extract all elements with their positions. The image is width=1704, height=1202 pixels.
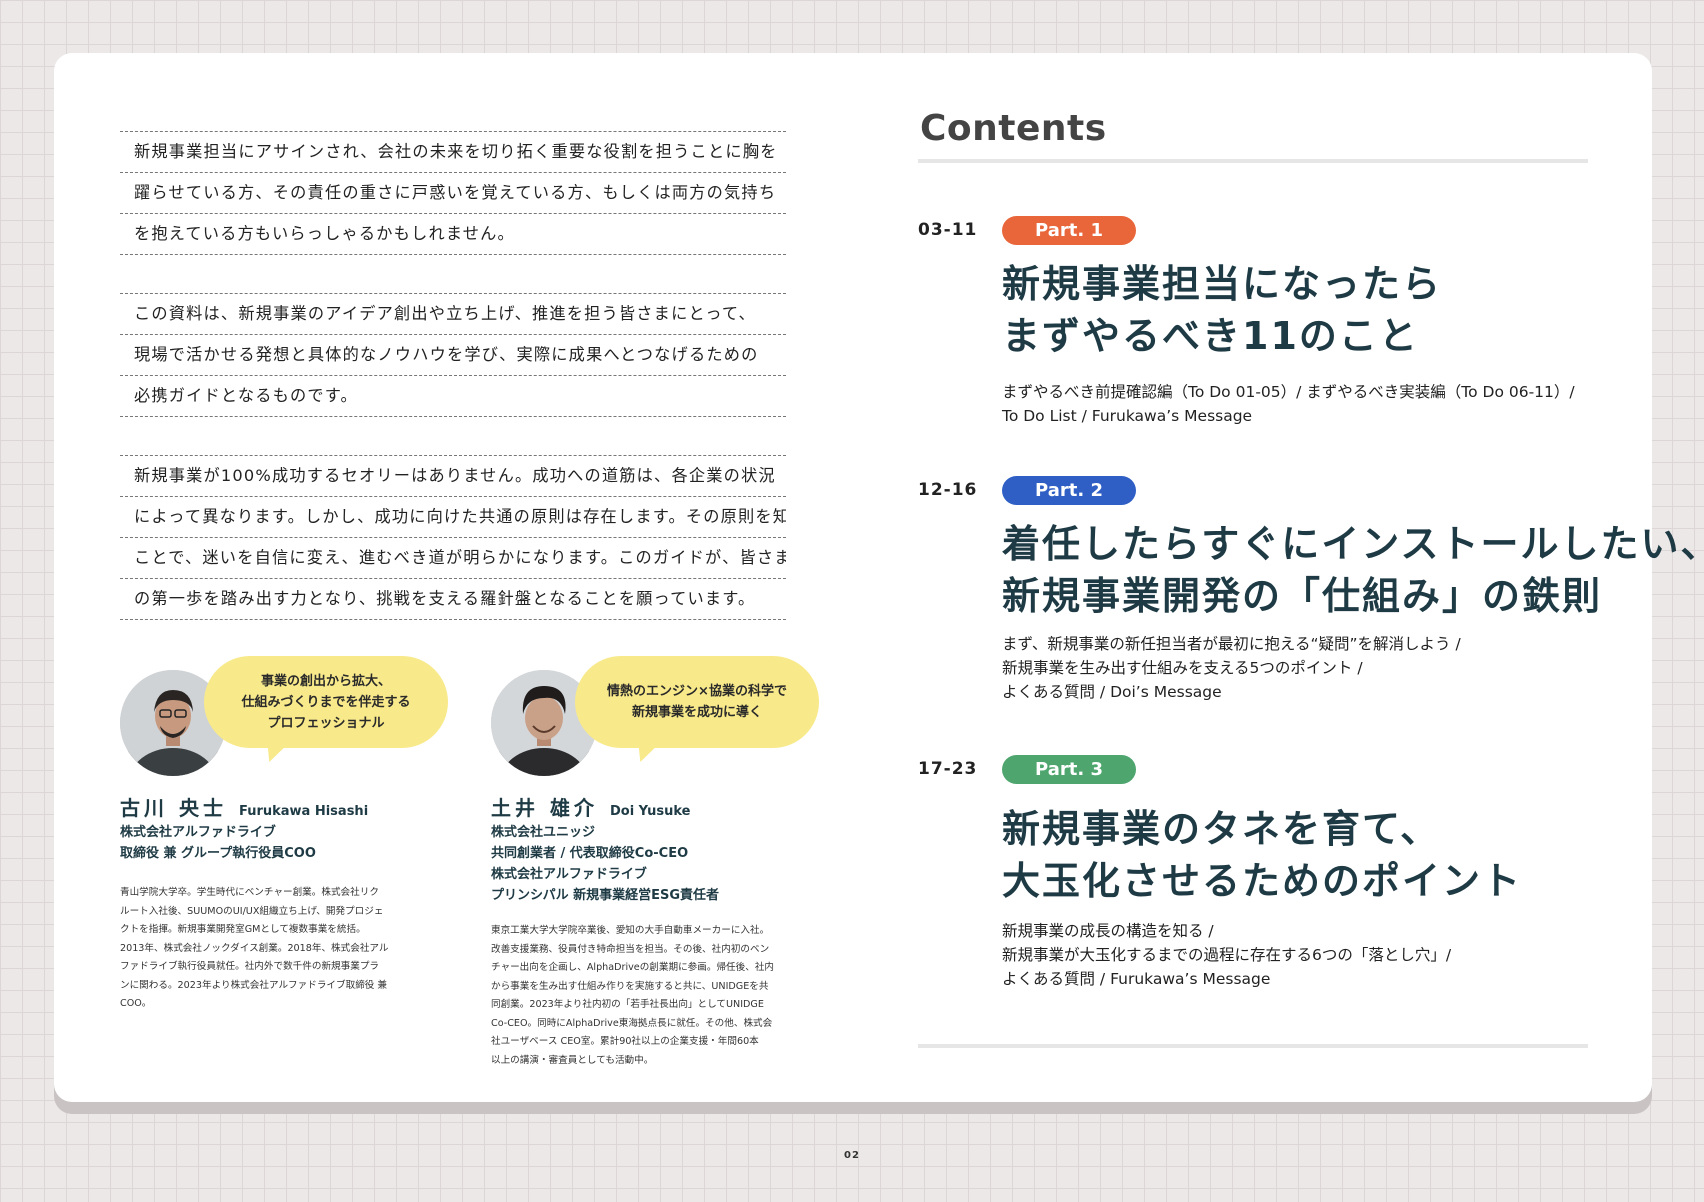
- quote-line: 情熱のエンジン×協業の科学で: [607, 684, 787, 699]
- part-desc-line: よくある質問 / Furukawa’s Message: [1002, 970, 1271, 988]
- intro-line: を抱えている方もいらっしゃるかもしれません。: [120, 213, 786, 255]
- part-title-line: 大玉化させるためのポイント: [1002, 859, 1523, 903]
- intro-line: ことで、迷いを自信に変え、進むべき道が明らかになります。このガイドが、皆さま: [120, 537, 786, 578]
- intro-line: 躍らせている方、その責任の重さに戸惑いを覚えている方、もしくは両方の気持ち: [120, 172, 786, 213]
- divider: [918, 1044, 1588, 1048]
- quote-line: プロフェッショナル: [267, 715, 385, 731]
- quote-bubble: 情熱のエンジン×協業の科学で 新規事業を成功に導く: [575, 656, 819, 748]
- bio-line: 以上の講演・審査員としても活動中。: [491, 1054, 654, 1066]
- person-name: 土井 雄介 Doi Yusuke: [491, 792, 691, 821]
- person-bio: 東京工業大学大学院卒業後、愛知の大手自動車メーカーに入社。 改善支援業務、役員付…: [491, 922, 774, 1070]
- part-description: まずやるべき前提確認編（To Do 01-05）/ まずやるべき実装編（To D…: [1002, 380, 1575, 428]
- part-title-line: 着任したらすぐにインストールしたい、: [1002, 522, 1704, 566]
- page-range: 03-11: [918, 220, 978, 240]
- quote-bubble: 事業の創出から拡大、 仕組みづくりまでを伴走する プロフェッショナル: [204, 656, 448, 748]
- bio-line: ファドライブ執行役員就任。社内外で数千件の新規事業プラ: [120, 961, 380, 972]
- intro-line: 新規事業が100%成功するセオリーはありません。成功への道筋は、各企業の状況: [120, 455, 786, 496]
- bio-line: 青山学院大学卒。学生時代にベンチャー創業。株式会社リク: [120, 887, 379, 898]
- bio-line: クトを指揮。新規事業開発室GMとして複数事業を統括。: [120, 924, 366, 935]
- bio-line: 同創業。2023年より社内初の「若手社長出向」としてUNIDGE: [491, 999, 764, 1010]
- name-english: Furukawa Hisashi: [238, 804, 369, 819]
- quote-line: 新規事業を成功に導く: [631, 705, 762, 720]
- part-title-line: 新規事業開発の「仕組み」の鉄則: [1002, 574, 1603, 618]
- page-range: 12-16: [918, 480, 978, 500]
- part-desc-line: 新規事業を生み出す仕組みを支える5つのポイント /: [1002, 659, 1363, 677]
- intro-paragraph: 新規事業担当にアサインされ、会社の未来を切り拓く重要な役割を担うことに胸を 躍ら…: [120, 131, 786, 255]
- part-desc-line: よくある質問 / Doi’s Message: [1002, 683, 1222, 701]
- part-desc-line: 新規事業の成長の構造を知る /: [1002, 922, 1214, 940]
- divider: [918, 159, 1588, 163]
- name-japanese: 古川 央士: [120, 796, 227, 820]
- role-line: プリンシパル 新規事業経営ESG責任者: [491, 888, 720, 903]
- quote-line: 仕組みづくりまでを伴走する: [241, 694, 411, 710]
- contents-heading: Contents: [920, 108, 1107, 149]
- part-description: まず、新規事業の新任担当者が最初に抱える“疑問”を解消しよう / 新規事業を生み…: [1002, 632, 1461, 704]
- intro-paragraph: この資料は、新規事業のアイデア創出や立ち上げ、推進を担う皆さまにとって、 現場で…: [120, 293, 786, 417]
- bio-line: 改善支援業務、役員付き特命担当を担当。その後、社内初のベン: [491, 943, 770, 955]
- bio-line: COO。: [120, 998, 152, 1009]
- role-line: 株式会社アルファドライブ: [120, 825, 276, 840]
- intro-line: 新規事業担当にアサインされ、会社の未来を切り拓く重要な役割を担うことに胸を: [120, 131, 786, 172]
- part-description: 新規事業の成長の構造を知る / 新規事業が大玉化するまでの過程に存在する6つの「…: [1002, 919, 1451, 991]
- intro-line: この資料は、新規事業のアイデア創出や立ち上げ、推進を担う皆さまにとって、: [120, 293, 786, 334]
- part-desc-line: まず、新規事業の新任担当者が最初に抱える“疑問”を解消しよう /: [1002, 635, 1461, 653]
- part-title-line: 新規事業担当になったら: [1002, 262, 1443, 306]
- part-title-line: まずやるべき11のこと: [1002, 314, 1419, 358]
- part-title: 着任したらすぐにインストールしたい、 新規事業開発の「仕組み」の鉄則: [1002, 518, 1704, 622]
- part-badge: Part. 3: [1002, 755, 1136, 784]
- role-line: 共同創業者 / 代表取締役Co-CEO: [491, 846, 689, 861]
- role-line: 株式会社アルファドライブ: [491, 867, 647, 882]
- intro-line: によって異なります。しかし、成功に向けた共通の原則は存在します。その原則を知る: [120, 496, 786, 537]
- person-roles: 株式会社ユニッジ 共同創業者 / 代表取締役Co-CEO 株式会社アルファドライ…: [491, 822, 719, 906]
- bio-line: ンに関わる。2023年より株式会社アルファドライブ取締役 兼: [120, 979, 388, 991]
- bio-line: ルート入社後、SUUMOのUI/UX組織立ち上げ、開発プロジェ: [120, 905, 384, 917]
- role-line: 取締役 兼 グループ執行役員COO: [120, 846, 316, 861]
- page-range: 17-23: [918, 759, 978, 779]
- person-name: 古川 央士 Furukawa Hisashi: [120, 792, 368, 821]
- bio-line: 東京工業大学大学院卒業後、愛知の大手自動車メーカーに入社。: [491, 925, 770, 936]
- intro-line: 現場で活かせる発想と具体的なノウハウを学び、実際に成果へとつなげるための: [120, 334, 786, 375]
- part-desc-line: 新規事業が大玉化するまでの過程に存在する6つの「落とし穴」/: [1002, 946, 1452, 964]
- intro-line: 必携ガイドとなるものです。: [120, 375, 786, 417]
- person-bio: 青山学院大学卒。学生時代にベンチャー創業。株式会社リク ルート入社後、SUUMO…: [120, 884, 389, 1014]
- part-desc-line: まずやるべき前提確認編（To Do 01-05）/ まずやるべき実装編（To D…: [1002, 383, 1575, 401]
- part-badge: Part. 2: [1002, 476, 1136, 505]
- page-number: 02: [844, 1150, 860, 1161]
- bio-line: チャー出向を企画し、AlphaDriveの創業期に参画。帰任後、社内: [491, 962, 775, 973]
- intro-text: 新規事業担当にアサインされ、会社の未来を切り拓く重要な役割を担うことに胸を 躍ら…: [120, 131, 786, 658]
- part-title: 新規事業のタネを育て、 大玉化させるためのポイント: [1002, 803, 1522, 907]
- bio-line: Co-CEO。同時にAlphaDrive東海拠点長に就任。その他、株式会: [491, 1017, 773, 1029]
- part-badge: Part. 1: [1002, 216, 1136, 245]
- intro-paragraph: 新規事業が100%成功するセオリーはありません。成功への道筋は、各企業の状況 に…: [120, 455, 786, 620]
- person-roles: 株式会社アルファドライブ 取締役 兼 グループ執行役員COO: [120, 822, 316, 864]
- part-desc-line: To Do List / Furukawa’s Message: [1002, 407, 1253, 425]
- bio-line: 2013年、株式会社ノックダイス創業。2018年、株式会社アル: [120, 942, 389, 954]
- name-english: Doi Yusuke: [609, 804, 691, 819]
- quote-line: 事業の創出から拡大、: [260, 673, 391, 689]
- part-title-line: 新規事業のタネを育て、: [1002, 807, 1441, 851]
- role-line: 株式会社ユニッジ: [491, 825, 596, 840]
- intro-line: の第一歩を踏み出す力となり、挑戦を支える羅針盤となることを願っています。: [120, 578, 786, 620]
- part-title: 新規事業担当になったら まずやるべき11のこと: [1002, 258, 1442, 362]
- bio-line: から事業を生み出す仕組み作りを実施すると共に、UNIDGEを共: [491, 980, 769, 992]
- bio-line: 社ユーザベース CEO室。累計90社以上の企業支援・年間60本: [491, 1036, 759, 1047]
- name-japanese: 土井 雄介: [491, 796, 598, 820]
